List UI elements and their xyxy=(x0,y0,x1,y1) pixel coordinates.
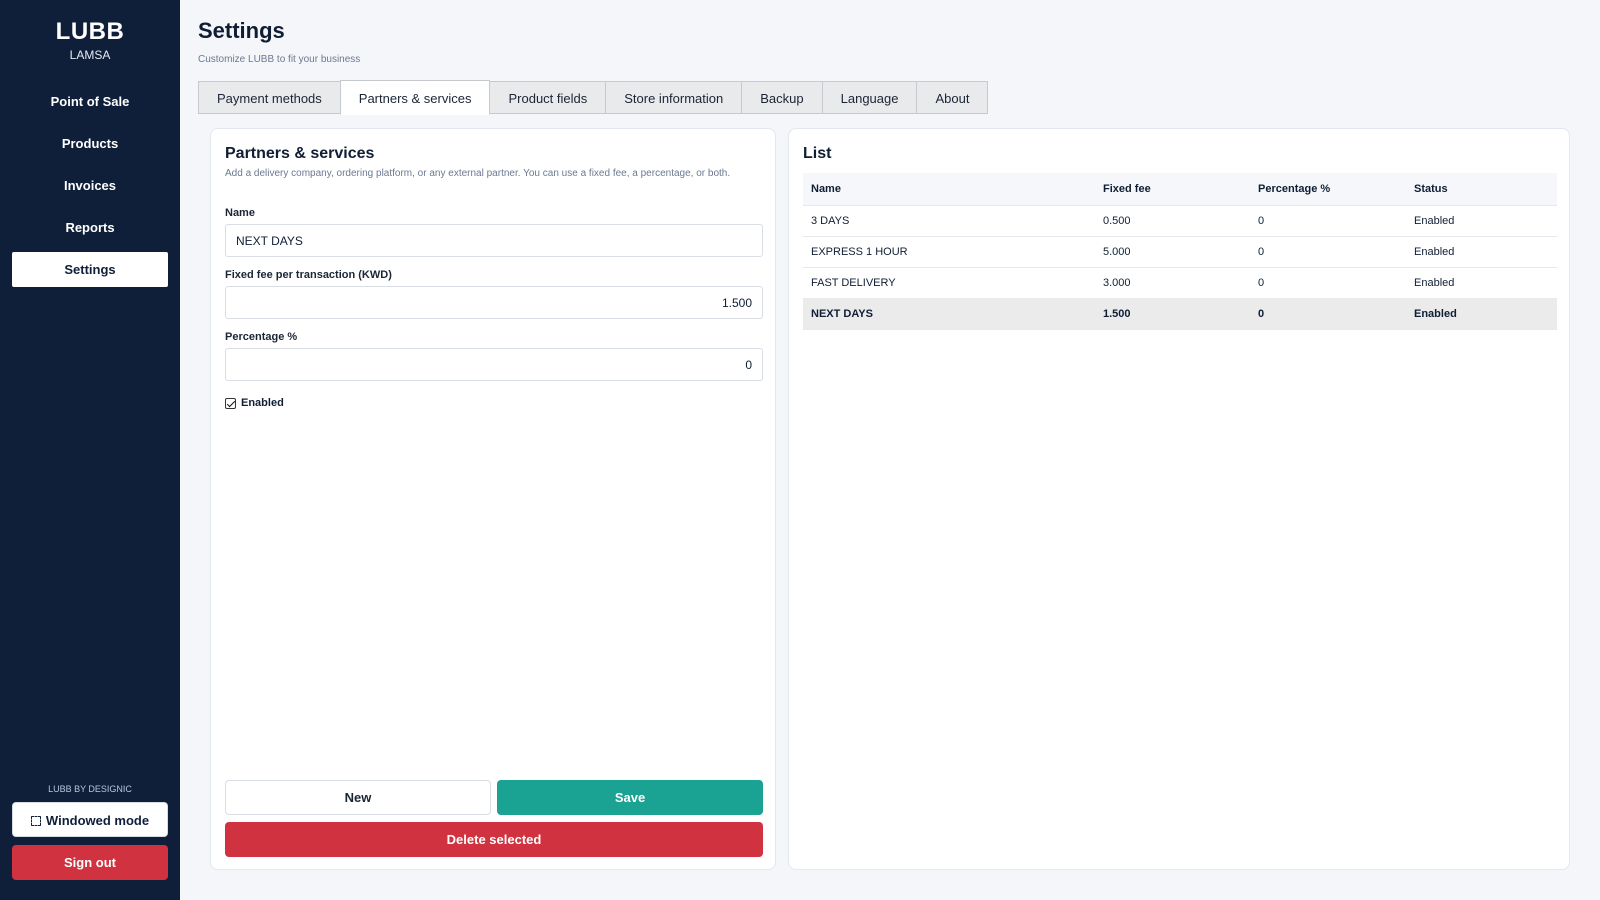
column-header-status: Status xyxy=(1406,173,1557,206)
name-value: NEXT DAYS xyxy=(236,233,303,248)
column-header-name: Name xyxy=(803,173,1095,206)
enabled-label: Enabled xyxy=(241,397,284,409)
cell-fixed-fee: 1.500 xyxy=(1095,298,1250,330)
table-row[interactable]: FAST DELIVERY 3.000 0 Enabled xyxy=(803,267,1557,299)
fixed-fee-label: Fixed fee per transaction (KWD) xyxy=(225,269,392,281)
tab-payment-methods[interactable]: Payment methods xyxy=(198,81,341,114)
cell-percentage: 0 xyxy=(1250,267,1406,299)
cell-name: FAST DELIVERY xyxy=(803,267,1095,299)
tab-language[interactable]: Language xyxy=(821,81,918,114)
tab-product-fields[interactable]: Product fields xyxy=(489,81,607,114)
partner-list-card: List Name Fixed fee Percentage % Status … xyxy=(788,128,1570,870)
sidebar: LUBB LAMSA Point of Sale Products Invoic… xyxy=(0,0,180,900)
cell-fixed-fee: 0.500 xyxy=(1095,205,1250,237)
main-content: Settings Customize LUBB to fit your busi… xyxy=(180,0,1600,900)
cell-status: Enabled xyxy=(1406,298,1557,330)
sidebar-footer: LUBB BY DESIGNIC Windowed mode Sign out xyxy=(0,784,180,900)
partners-table: Name Fixed fee Percentage % Status 3 DAY… xyxy=(803,173,1557,330)
table-row[interactable]: 3 DAYS 0.500 0 Enabled xyxy=(803,205,1557,237)
brand-title: LUBB xyxy=(55,18,125,45)
brand-subtitle: LAMSA xyxy=(69,48,111,62)
windowed-mode-button[interactable]: Windowed mode xyxy=(12,802,168,837)
name-input[interactable]: NEXT DAYS xyxy=(225,224,763,257)
windowed-mode-label: Windowed mode xyxy=(45,813,150,828)
table-row-selected[interactable]: NEXT DAYS 1.500 0 Enabled xyxy=(803,298,1557,330)
page-subtitle: Customize LUBB to fit your business xyxy=(198,54,361,65)
cell-name: NEXT DAYS xyxy=(803,298,1095,330)
column-header-percentage: Percentage % xyxy=(1250,173,1406,206)
delete-selected-button[interactable]: Delete selected xyxy=(225,822,763,857)
cell-status: Enabled xyxy=(1406,267,1557,299)
tab-partners-services[interactable]: Partners & services xyxy=(339,80,491,115)
percentage-input[interactable]: 0 xyxy=(225,348,763,381)
cell-name: EXPRESS 1 HOUR xyxy=(803,236,1095,268)
cell-name: 3 DAYS xyxy=(803,205,1095,237)
sidebar-item-invoices[interactable]: Invoices xyxy=(12,168,168,203)
form-description: Add a delivery company, ordering platfor… xyxy=(225,168,731,179)
name-label: Name xyxy=(225,207,255,219)
brand: LUBB LAMSA xyxy=(0,0,180,62)
partner-form-card: Partners & services Add a delivery compa… xyxy=(210,128,776,870)
cell-percentage: 0 xyxy=(1250,205,1406,237)
sidebar-item-products[interactable]: Products xyxy=(12,126,168,161)
tab-store-information[interactable]: Store information xyxy=(605,81,743,114)
cell-fixed-fee: 3.000 xyxy=(1095,267,1250,299)
credit-text: LUBB BY DESIGNIC xyxy=(48,784,132,794)
fixed-fee-input[interactable]: 1.500 xyxy=(225,286,763,319)
sign-out-button[interactable]: Sign out xyxy=(12,845,168,880)
enabled-checkbox[interactable] xyxy=(225,397,236,409)
save-button[interactable]: Save xyxy=(497,780,763,815)
list-title: List xyxy=(803,145,832,162)
sidebar-nav: Point of Sale Products Invoices Reports … xyxy=(0,84,180,287)
percentage-label: Percentage % xyxy=(225,331,298,343)
tab-about[interactable]: About xyxy=(916,81,989,114)
fixed-fee-value: 1.500 xyxy=(721,295,752,310)
enabled-row: Enabled xyxy=(225,397,284,409)
table-header-row: Name Fixed fee Percentage % Status xyxy=(803,173,1557,206)
column-header-fixed-fee: Fixed fee xyxy=(1095,173,1250,206)
new-button[interactable]: New xyxy=(225,780,491,815)
fullscreen-icon xyxy=(30,816,41,826)
cell-status: Enabled xyxy=(1406,236,1557,268)
sidebar-item-point-of-sale[interactable]: Point of Sale xyxy=(12,84,168,119)
settings-tabs: Payment methods Partners & services Prod… xyxy=(198,80,989,115)
form-title: Partners & services xyxy=(225,145,375,162)
tab-backup[interactable]: Backup xyxy=(741,81,823,114)
cell-percentage: 0 xyxy=(1250,236,1406,268)
cell-fixed-fee: 5.000 xyxy=(1095,236,1250,268)
percentage-value: 0 xyxy=(745,357,752,372)
page-title: Settings xyxy=(198,18,285,43)
sidebar-item-reports[interactable]: Reports xyxy=(12,210,168,245)
table-row[interactable]: EXPRESS 1 HOUR 5.000 0 Enabled xyxy=(803,236,1557,268)
sidebar-item-settings[interactable]: Settings xyxy=(12,252,168,287)
cell-status: Enabled xyxy=(1406,205,1557,237)
cell-percentage: 0 xyxy=(1250,298,1406,330)
